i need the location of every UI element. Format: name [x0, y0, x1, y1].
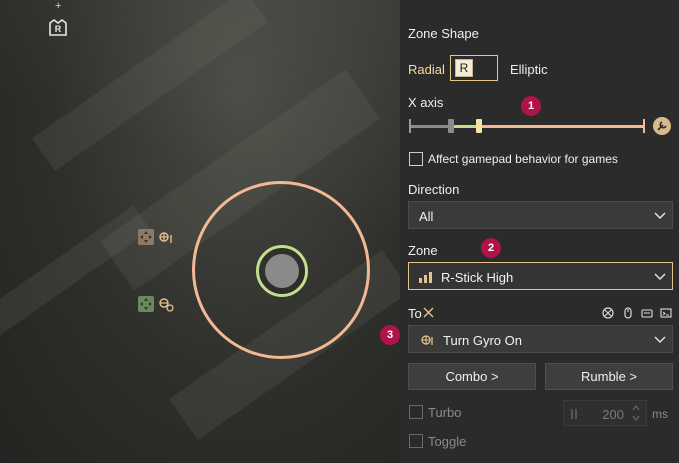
- move-dpad-icon[interactable]: [138, 296, 154, 312]
- turbo-unit: ms: [652, 407, 668, 421]
- slider-end-tick[interactable]: [643, 119, 645, 133]
- keyboard-icon[interactable]: [641, 307, 653, 319]
- stepper-arrows-icon[interactable]: [631, 403, 641, 423]
- chevron-down-icon: [654, 212, 666, 219]
- rumble-button[interactable]: Rumble >: [545, 363, 673, 390]
- plus-icon: +: [55, 0, 62, 12]
- gyro-icon[interactable]: [157, 229, 175, 247]
- slider-track-inner: [451, 125, 478, 128]
- slider-track-deadzone: [409, 125, 451, 128]
- turbo-label: Turbo: [428, 405, 462, 420]
- wrench-icon[interactable]: [653, 117, 671, 135]
- action-value: Turn Gyro On: [443, 333, 522, 348]
- signal-bars-icon: [419, 272, 432, 283]
- svg-text:R: R: [55, 24, 62, 34]
- r-stick-badge-icon[interactable]: R: [46, 15, 70, 39]
- combo-button[interactable]: Combo >: [408, 363, 536, 390]
- to-label: To: [408, 306, 422, 321]
- direction-value: All: [419, 209, 434, 224]
- mouse-icon[interactable]: [622, 307, 634, 319]
- turbo-value: 200: [602, 407, 624, 422]
- step-badge-2: 2: [481, 238, 501, 258]
- direction-label: Direction: [408, 182, 460, 197]
- chevron-down-icon: [654, 336, 666, 343]
- turbo-interval-stepper[interactable]: 200: [563, 400, 647, 426]
- shape-key-field[interactable]: R: [450, 55, 498, 81]
- game-view: + R: [0, 0, 400, 463]
- pause-icon: [571, 409, 577, 419]
- shape-key: R: [455, 59, 473, 77]
- xbox-icon[interactable]: [602, 307, 614, 319]
- stick-position-dot: [265, 254, 299, 288]
- step-badge-3: 3: [380, 325, 400, 345]
- elliptic-option[interactable]: Elliptic: [510, 62, 548, 77]
- settings-panel: Zone Shape Radial R Elliptic X axis 1 Af…: [380, 0, 679, 463]
- action-dropdown[interactable]: Turn Gyro On: [408, 325, 673, 353]
- zone-shape-label: Zone Shape: [408, 26, 479, 41]
- slider-start-tick: [409, 119, 411, 133]
- toggle-checkbox[interactable]: [409, 434, 423, 448]
- slider-thumb-zone[interactable]: [476, 119, 482, 133]
- terminal-icon[interactable]: [660, 307, 672, 319]
- slider-thumb-deadzone[interactable]: [448, 119, 454, 133]
- direction-dropdown[interactable]: All: [408, 201, 673, 229]
- slider-track-outer: [478, 125, 644, 128]
- turbo-checkbox[interactable]: [409, 405, 423, 419]
- zone-dropdown[interactable]: R-Stick High: [408, 262, 673, 290]
- affect-gamepad-checkbox[interactable]: [409, 152, 423, 166]
- gyro-icon: [421, 335, 433, 345]
- x-axis-label: X axis: [408, 95, 444, 110]
- chevron-down-icon: [654, 273, 666, 280]
- step-badge-1: 1: [521, 96, 541, 116]
- zone-value: R-Stick High: [441, 270, 514, 285]
- affect-gamepad-label: Affect gamepad behavior for games: [428, 152, 618, 166]
- toggle-label: Toggle: [428, 434, 467, 449]
- radial-option[interactable]: Radial: [408, 62, 445, 77]
- move-dpad-icon[interactable]: [138, 229, 154, 245]
- gyro-off-icon[interactable]: [157, 296, 175, 314]
- zone-label: Zone: [408, 243, 438, 258]
- close-icon[interactable]: [423, 307, 434, 318]
